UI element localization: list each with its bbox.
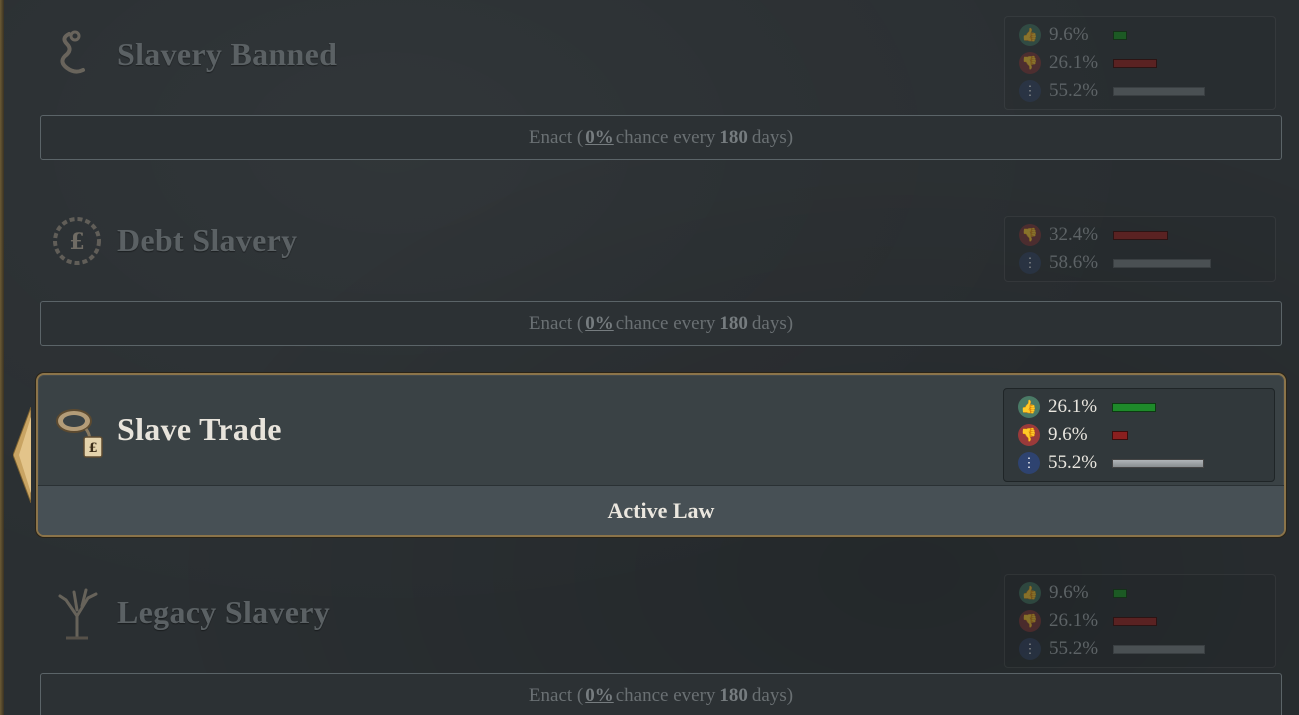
support-value: 26.1%	[1049, 52, 1099, 73]
law-legacy-slavery[interactable]: Legacy Slavery 👍 9.6% 👎 26.1% ⋮ 55.2% En…	[36, 558, 1282, 715]
active-law-status: Active Law	[38, 485, 1284, 535]
shackle-tag-icon: £	[52, 405, 108, 461]
support-value: 58.6%	[1049, 252, 1099, 273]
enact-days: 180	[719, 684, 748, 706]
support-value: 55.2%	[1049, 638, 1099, 659]
support-bar	[1112, 458, 1204, 468]
support-value: 55.2%	[1048, 452, 1098, 473]
enact-button[interactable]: Enact ( 0% chance every 180 days)	[40, 115, 1282, 160]
law-title: Slave Trade	[117, 411, 282, 447]
thumbs-up-icon: 👍	[1019, 582, 1041, 604]
enact-middle: chance every	[615, 312, 716, 334]
law-title: Debt Slavery	[117, 222, 298, 258]
support-box: 👍 9.6% 👎 26.1% ⋮ 55.2%	[1004, 574, 1276, 668]
pound-chain-icon: £	[50, 214, 104, 268]
thumbs-down-icon: 👎	[1019, 610, 1041, 632]
support-approve-row[interactable]: 👍 9.6%	[1015, 579, 1265, 607]
enact-button[interactable]: Enact ( 0% chance every 180 days)	[40, 301, 1282, 346]
enact-chance[interactable]: 0%	[585, 313, 614, 335]
support-bar	[1113, 616, 1157, 626]
law-header[interactable]: £ Debt Slavery 👎 32.4% ⋮ 58.6%	[36, 186, 1276, 298]
enact-chance[interactable]: 0%	[585, 685, 614, 707]
support-neutral-row[interactable]: ⋮ 55.2%	[1014, 449, 1264, 477]
support-value: 26.1%	[1048, 396, 1098, 417]
thumbs-up-icon: 👍	[1018, 396, 1040, 418]
enact-days: 180	[719, 312, 748, 334]
left-rail	[0, 0, 4, 715]
neutral-dots-icon: ⋮	[1019, 252, 1041, 274]
support-approve-row[interactable]: 👍 9.6%	[1015, 21, 1265, 49]
support-bar	[1113, 86, 1205, 96]
support-approve-row[interactable]: 👍 26.1%	[1014, 393, 1264, 421]
law-debt-slavery[interactable]: £ Debt Slavery 👎 32.4% ⋮ 58.6% Enact ( 0…	[36, 186, 1282, 346]
law-header[interactable]: Legacy Slavery 👍 9.6% 👎 26.1% ⋮ 55.2%	[36, 558, 1276, 670]
thumbs-up-icon: 👍	[1019, 24, 1041, 46]
support-box: 👍 26.1% 👎 9.6% ⋮ 55.2%	[1003, 388, 1275, 482]
support-neutral-row[interactable]: ⋮ 58.6%	[1015, 249, 1265, 277]
law-header[interactable]: Slavery Banned 👍 9.6% 👎 26.1% ⋮ 55.2%	[36, 0, 1276, 112]
support-value: 26.1%	[1049, 610, 1099, 631]
selection-arrow-icon	[13, 407, 31, 503]
support-value: 32.4%	[1049, 224, 1099, 245]
support-disapprove-row[interactable]: 👎 26.1%	[1015, 607, 1265, 635]
enact-suffix: days)	[751, 684, 794, 706]
support-bar	[1113, 644, 1205, 654]
enact-days: 180	[719, 126, 748, 148]
enact-prefix: Enact (	[528, 684, 584, 706]
law-slave-trade[interactable]: £ Slave Trade 👍 26.1% 👎 9.6% ⋮ 55.2% Act…	[36, 373, 1286, 537]
enact-prefix: Enact (	[528, 126, 584, 148]
support-bar	[1113, 58, 1157, 68]
support-bar	[1113, 30, 1127, 40]
enact-suffix: days)	[751, 312, 794, 334]
support-disapprove-row[interactable]: 👎 26.1%	[1015, 49, 1265, 77]
neutral-dots-icon: ⋮	[1018, 452, 1040, 474]
thumbs-down-icon: 👎	[1018, 424, 1040, 446]
enact-button[interactable]: Enact ( 0% chance every 180 days)	[40, 673, 1282, 715]
support-value: 9.6%	[1048, 424, 1088, 445]
support-neutral-row[interactable]: ⋮ 55.2%	[1015, 635, 1265, 663]
support-bar	[1113, 258, 1211, 268]
support-disapprove-row[interactable]: 👎 32.4%	[1015, 221, 1265, 249]
neutral-dots-icon: ⋮	[1019, 80, 1041, 102]
support-bar	[1113, 588, 1127, 598]
support-bar	[1113, 230, 1168, 240]
enact-suffix: days)	[751, 126, 794, 148]
enact-chance[interactable]: 0%	[585, 127, 614, 149]
support-box: 👍 9.6% 👎 26.1% ⋮ 55.2%	[1004, 16, 1276, 110]
enact-middle: chance every	[615, 684, 716, 706]
law-title: Legacy Slavery	[117, 594, 331, 630]
support-neutral-row[interactable]: ⋮ 55.2%	[1015, 77, 1265, 105]
support-value: 9.6%	[1049, 582, 1089, 603]
law-slavery-banned[interactable]: Slavery Banned 👍 9.6% 👎 26.1% ⋮ 55.2% En…	[36, 0, 1282, 160]
support-disapprove-row[interactable]: 👎 9.6%	[1014, 421, 1264, 449]
support-value: 55.2%	[1049, 80, 1099, 101]
svg-text:£: £	[69, 229, 84, 255]
support-box: 👎 32.4% ⋮ 58.6%	[1004, 216, 1276, 282]
chain-icon	[50, 28, 104, 82]
support-value: 9.6%	[1049, 24, 1089, 45]
dead-tree-icon	[50, 586, 104, 640]
thumbs-down-icon: 👎	[1019, 224, 1041, 246]
neutral-dots-icon: ⋮	[1019, 638, 1041, 660]
enact-prefix: Enact (	[528, 312, 584, 334]
enact-middle: chance every	[615, 126, 716, 148]
support-bar	[1112, 402, 1156, 412]
law-title: Slavery Banned	[117, 36, 338, 72]
svg-text:£: £	[88, 441, 97, 456]
thumbs-down-icon: 👎	[1019, 52, 1041, 74]
support-bar	[1112, 430, 1128, 440]
